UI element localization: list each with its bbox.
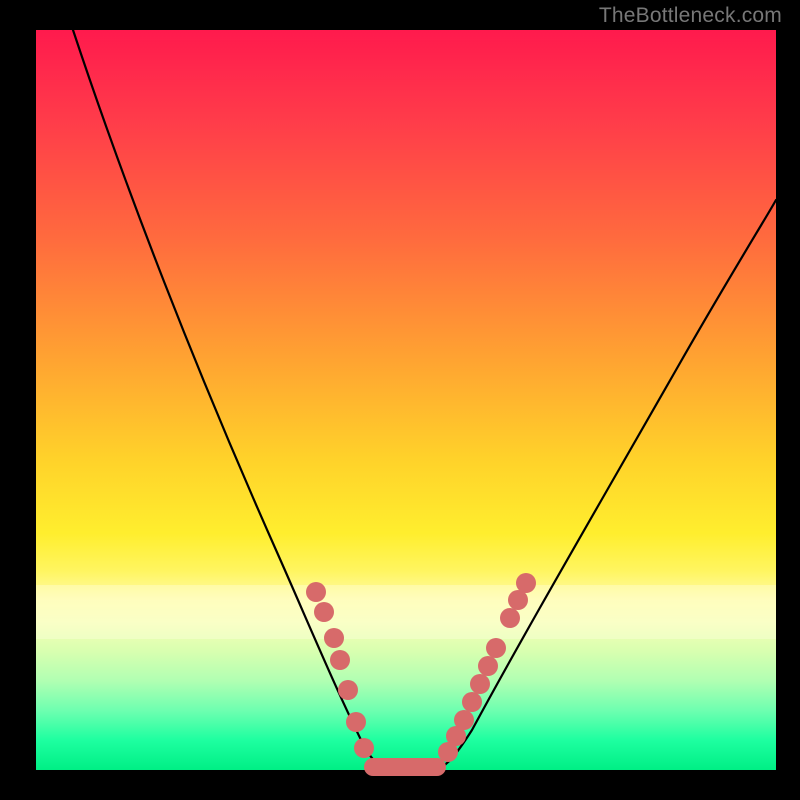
marker-dot [500,608,520,628]
marker-dot [478,656,498,676]
marker-dot [508,590,528,610]
marker-dot [354,738,374,758]
marker-dot [330,650,350,670]
marker-dot [306,582,326,602]
frame: TheBottleneck.com [0,0,800,800]
watermark-text: TheBottleneck.com [599,4,782,28]
marker-dot [516,573,536,593]
marker-dot [454,710,474,730]
marker-dot [314,602,334,622]
marker-dot [346,712,366,732]
marker-dot [324,628,344,648]
marker-dot [486,638,506,658]
bottleneck-curve [73,30,776,770]
chart-overlay [36,30,776,770]
marker-dot [462,692,482,712]
flat-segment-marker [364,758,446,776]
marker-dot [338,680,358,700]
marker-dot [470,674,490,694]
